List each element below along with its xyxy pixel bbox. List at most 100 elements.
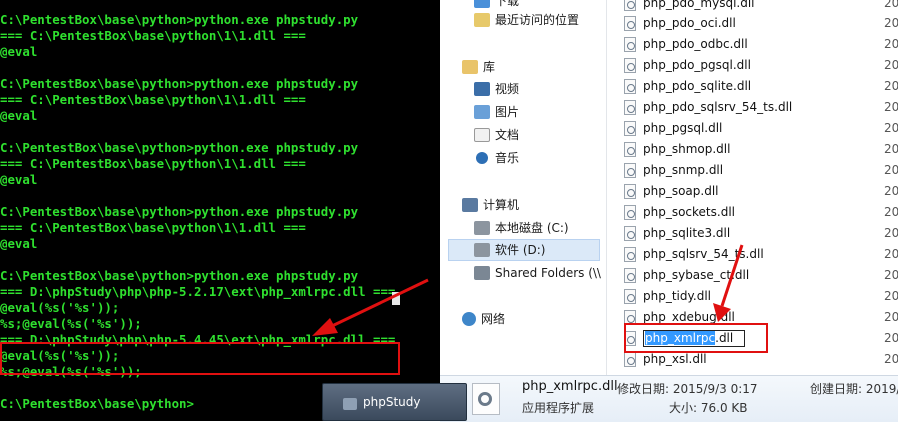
dll-file-icon (624, 58, 636, 73)
details-modified: 修改日期: 2015/9/3 0:17 (617, 382, 758, 396)
nav-item-label: 视频 (495, 82, 520, 96)
dll-file-icon (624, 268, 636, 283)
file-row[interactable]: php_pdo_sqlite.dll (624, 76, 751, 97)
file-row[interactable]: php_soap.dll (624, 181, 719, 202)
picture-icon (474, 105, 490, 119)
console-line: === D:\phpStudy\php\php-5.2.17\ext\php_x… (0, 284, 396, 299)
console-line: C:\PentestBox\base\python>python.exe php… (0, 204, 359, 219)
file-row[interactable]: php_pdo_odbc.dll (624, 34, 748, 55)
document-icon (474, 128, 490, 142)
nav-item-videos[interactable]: 视频 (474, 78, 519, 100)
file-row[interactable]: php_pdo_sqlsrv_54_ts.dll (624, 97, 792, 118)
console-line: === C:\PentestBox\base\python\1\1.dll ==… (0, 156, 306, 171)
nav-group-network[interactable]: 网络 (462, 308, 505, 330)
console-line: @eval (0, 44, 38, 59)
date-cell: 20 (884, 226, 898, 240)
navigation-pane: 下载 最近访问的位置 库 视频 图片 文档 音乐 计算机 本地磁盘 (C:) 软… (446, 0, 607, 375)
file-row[interactable]: php_sockets.dll (624, 202, 735, 223)
nav-group-computer[interactable]: 计算机 (462, 194, 519, 216)
nav-item-label: Shared Folders (\\ (495, 266, 601, 280)
file-row[interactable]: php_shmop.dll (624, 139, 730, 160)
video-icon (474, 82, 490, 96)
file-name: php_pdo_sqlite.dll (643, 79, 752, 93)
console-line: C:\PentestBox\base\python>python.exe php… (0, 76, 359, 91)
taskbar-label: phpStudy (363, 395, 421, 409)
console-line: === C:\PentestBox\base\python\1\1.dll ==… (0, 220, 306, 235)
gear-icon (478, 392, 492, 406)
nav-item-documents[interactable]: 文档 (474, 124, 519, 146)
file-name: php_pdo_oci.dll (643, 16, 736, 30)
nav-group-library[interactable]: 库 (462, 56, 495, 78)
console-line: %s;@eval(%s('%s')); (0, 316, 142, 331)
nav-item-pictures[interactable]: 图片 (474, 101, 519, 123)
date-cell: 20 (884, 331, 898, 345)
date-cell: 20 (884, 247, 898, 261)
details-pane: php_xmlrpc.dll 修改日期: 2015/9/3 0:17 创建日期:… (440, 375, 898, 422)
file-row[interactable]: php_pdo_oci.dll (624, 13, 736, 34)
nav-item-label: 软件 (D:) (495, 243, 546, 257)
details-file-name: php_xmlrpc.dll (522, 379, 618, 394)
nav-item-label: 图片 (495, 105, 520, 119)
library-icon (462, 60, 478, 74)
console-line: C:\PentestBox\base\python>python.exe php… (0, 268, 359, 283)
dll-file-icon (624, 37, 636, 52)
file-row[interactable]: php_snmp.dll (624, 160, 723, 181)
file-row[interactable]: php_sqlsrv_54_ts.dll (624, 244, 764, 265)
file-name: php_pgsql.dll (643, 121, 723, 135)
nav-item-recent[interactable]: 最近访问的位置 (474, 9, 579, 31)
file-row[interactable]: php_pgsql.dll (624, 118, 722, 139)
dll-file-icon (624, 289, 636, 304)
console-window[interactable]: C:\PentestBox\base\python>python.exe php… (0, 0, 440, 421)
download-folder-icon (474, 0, 490, 8)
date-cell: 20 (884, 205, 898, 219)
date-cell: 20 (884, 79, 898, 93)
date-cell: 20 (884, 37, 898, 51)
file-row[interactable]: php_sybase_ct.dll (624, 265, 749, 286)
file-name: php_shmop.dll (643, 142, 731, 156)
date-cell: 20 (884, 0, 898, 10)
file-name: php_snmp.dll (643, 163, 724, 177)
file-row[interactable]: php_sqlite3.dll (624, 223, 730, 244)
file-name: php_pdo_mysql.dll (643, 0, 755, 10)
dll-file-icon (624, 142, 636, 157)
dll-file-icon (624, 352, 636, 367)
nav-item-software-disk[interactable]: 软件 (D:) (474, 239, 545, 261)
date-cell: 20 (884, 310, 898, 324)
date-cell: 20 (884, 289, 898, 303)
file-name: php_soap.dll (643, 184, 719, 198)
dll-file-icon (624, 121, 636, 136)
date-cell: 20 (884, 142, 898, 156)
dll-file-icon (624, 16, 636, 31)
dll-file-icon (624, 184, 636, 199)
drive-icon (474, 221, 490, 235)
dll-file-icon (624, 0, 636, 11)
console-line: @eval(%s('%s')); (0, 300, 120, 315)
file-name: php_pdo_odbc.dll (643, 37, 748, 51)
file-name: php_sqlite3.dll (643, 226, 731, 240)
computer-icon (462, 198, 478, 212)
nav-group-label: 计算机 (483, 198, 520, 212)
dll-file-icon (624, 163, 636, 178)
console-line: C:\PentestBox\base\python>python.exe php… (0, 140, 359, 155)
date-cell: 20 (884, 184, 898, 198)
console-line: C:\PentestBox\base\python>python.exe php… (0, 12, 359, 27)
nav-item-local-disk[interactable]: 本地磁盘 (C:) (474, 217, 569, 239)
date-cell: 20 (884, 121, 898, 135)
file-row[interactable]: php_pdo_mysql.dll (624, 0, 755, 14)
date-cell: 20 (884, 352, 898, 366)
date-cell: 20 (884, 268, 898, 282)
console-line: @eval (0, 236, 38, 251)
nav-item-music[interactable]: 音乐 (474, 147, 519, 169)
dll-file-icon (624, 79, 636, 94)
date-cell: 20 (884, 163, 898, 177)
file-row[interactable]: php_pdo_pgsql.dll (624, 55, 751, 76)
dll-file-icon (624, 100, 636, 115)
taskbar-button-phpstudy[interactable]: phpStudy (322, 383, 467, 421)
dll-file-icon (472, 383, 500, 415)
file-row[interactable]: php_tidy.dll (624, 286, 711, 307)
nav-group-label: 网络 (481, 312, 506, 326)
file-name: php_tidy.dll (643, 289, 711, 303)
network-icon (462, 312, 476, 326)
nav-item-shared-folders[interactable]: Shared Folders (\\ (474, 262, 601, 284)
